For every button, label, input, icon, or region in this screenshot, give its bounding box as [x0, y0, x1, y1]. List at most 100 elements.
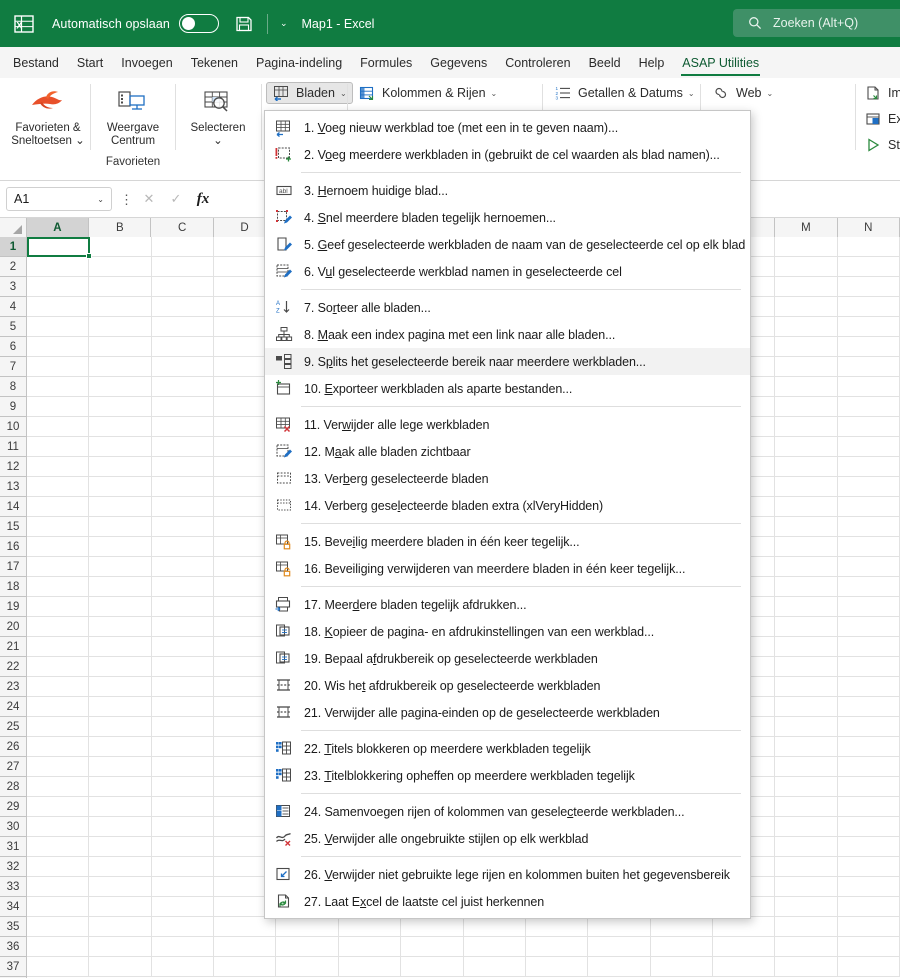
- cell-G36[interactable]: [401, 937, 464, 957]
- cell-M34[interactable]: [775, 897, 838, 917]
- cell-A3[interactable]: [27, 277, 90, 297]
- cell-A8[interactable]: [27, 377, 90, 397]
- cell-C37[interactable]: [151, 957, 215, 977]
- cell-C9[interactable]: [151, 397, 215, 417]
- cell-B17[interactable]: [89, 557, 152, 577]
- cell-N30[interactable]: [837, 817, 900, 837]
- cell-F35[interactable]: [338, 917, 402, 937]
- cell-N10[interactable]: [837, 417, 900, 437]
- row-header-21[interactable]: 21: [0, 637, 26, 657]
- cell-C16[interactable]: [151, 537, 215, 557]
- cell-M28[interactable]: [775, 777, 838, 797]
- cell-B27[interactable]: [89, 757, 152, 777]
- cell-M27[interactable]: [775, 757, 838, 777]
- cell-M22[interactable]: [775, 657, 838, 677]
- row-header-8[interactable]: 8: [0, 377, 26, 397]
- menu-item-13[interactable]: 13. Verberg geselecteerde bladen: [265, 465, 750, 492]
- cell-B4[interactable]: [89, 297, 152, 317]
- row-header-14[interactable]: 14: [0, 497, 26, 517]
- cell-N29[interactable]: [837, 797, 900, 817]
- row-header-30[interactable]: 30: [0, 817, 26, 837]
- row-header-23[interactable]: 23: [0, 677, 26, 697]
- cell-K36[interactable]: [650, 937, 713, 957]
- cell-A14[interactable]: [27, 497, 90, 517]
- cell-C36[interactable]: [151, 937, 215, 957]
- row-header-6[interactable]: 6: [0, 337, 26, 357]
- cell-C30[interactable]: [151, 817, 215, 837]
- cell-B3[interactable]: [89, 277, 152, 297]
- cell-L35[interactable]: [712, 917, 776, 937]
- menu-item-16[interactable]: 16. Beveiliging verwijderen van meerdere…: [265, 555, 750, 582]
- cell-M16[interactable]: [775, 537, 838, 557]
- cell-B14[interactable]: [89, 497, 152, 517]
- cell-A31[interactable]: [27, 837, 90, 857]
- row-header-33[interactable]: 33: [0, 877, 26, 897]
- cell-C29[interactable]: [151, 797, 215, 817]
- cell-C3[interactable]: [151, 277, 215, 297]
- cell-M36[interactable]: [775, 937, 838, 957]
- ribbon-web-button[interactable]: Web ⌄: [706, 82, 779, 104]
- tab-start[interactable]: Start: [68, 47, 112, 78]
- cell-N35[interactable]: [837, 917, 900, 937]
- formula-options-icon[interactable]: ⋮: [120, 193, 133, 206]
- menu-item-23[interactable]: 23. Titelblokkering opheffen op meerdere…: [265, 762, 750, 789]
- cell-C27[interactable]: [151, 757, 215, 777]
- row-header-16[interactable]: 16: [0, 537, 26, 557]
- cell-M12[interactable]: [775, 457, 838, 477]
- cell-B31[interactable]: [89, 837, 152, 857]
- cell-A34[interactable]: [27, 897, 90, 917]
- cell-N7[interactable]: [837, 357, 900, 377]
- cell-C21[interactable]: [151, 637, 215, 657]
- cell-N20[interactable]: [837, 617, 900, 637]
- cell-C22[interactable]: [151, 657, 215, 677]
- cell-A7[interactable]: [27, 357, 90, 377]
- ribbon-export-button[interactable]: Ex: [862, 108, 900, 130]
- cell-B36[interactable]: [89, 937, 152, 957]
- cell-C7[interactable]: [151, 357, 215, 377]
- cell-M25[interactable]: [775, 717, 838, 737]
- menu-item-8[interactable]: 8. Maak een index pagina met een link na…: [265, 321, 750, 348]
- cell-C25[interactable]: [151, 717, 215, 737]
- search-box[interactable]: Zoeken (Alt+Q): [733, 9, 900, 37]
- cell-C5[interactable]: [151, 317, 215, 337]
- row-header-35[interactable]: 35: [0, 917, 26, 937]
- cell-C1[interactable]: [151, 237, 215, 257]
- cell-A36[interactable]: [27, 937, 90, 957]
- cell-A30[interactable]: [27, 817, 90, 837]
- row-header-29[interactable]: 29: [0, 797, 26, 817]
- cell-A35[interactable]: [27, 917, 90, 937]
- column-header-N[interactable]: N: [837, 218, 900, 237]
- cell-M33[interactable]: [775, 877, 838, 897]
- cell-N8[interactable]: [837, 377, 900, 397]
- cell-B33[interactable]: [89, 877, 152, 897]
- cell-L36[interactable]: [712, 937, 776, 957]
- cell-A17[interactable]: [27, 557, 90, 577]
- cell-M20[interactable]: [775, 617, 838, 637]
- cell-A33[interactable]: [27, 877, 90, 897]
- cell-C6[interactable]: [151, 337, 215, 357]
- cell-A2[interactable]: [27, 257, 90, 277]
- cell-I37[interactable]: [525, 957, 589, 977]
- cell-B24[interactable]: [89, 697, 152, 717]
- row-header-13[interactable]: 13: [0, 477, 26, 497]
- menu-item-21[interactable]: 21. Verwijder alle pagina-einden op de g…: [265, 699, 750, 726]
- tab-invoegen[interactable]: Invoegen: [112, 47, 181, 78]
- row-header-26[interactable]: 26: [0, 737, 26, 757]
- name-box[interactable]: A1 ⌄: [6, 187, 112, 211]
- cell-C18[interactable]: [151, 577, 215, 597]
- cell-C34[interactable]: [151, 897, 215, 917]
- cell-M15[interactable]: [775, 517, 838, 537]
- cell-M17[interactable]: [775, 557, 838, 577]
- cell-B6[interactable]: [89, 337, 152, 357]
- column-header-B[interactable]: B: [89, 218, 152, 237]
- cell-B26[interactable]: [89, 737, 152, 757]
- ribbon-start-button[interactable]: St: [862, 134, 900, 156]
- row-header-27[interactable]: 27: [0, 757, 26, 777]
- select-all-corner[interactable]: [0, 218, 27, 237]
- cell-H37[interactable]: [463, 957, 526, 977]
- cell-N14[interactable]: [837, 497, 900, 517]
- cell-A6[interactable]: [27, 337, 90, 357]
- cell-B2[interactable]: [89, 257, 152, 277]
- cell-C20[interactable]: [151, 617, 215, 637]
- cell-L37[interactable]: [712, 957, 776, 977]
